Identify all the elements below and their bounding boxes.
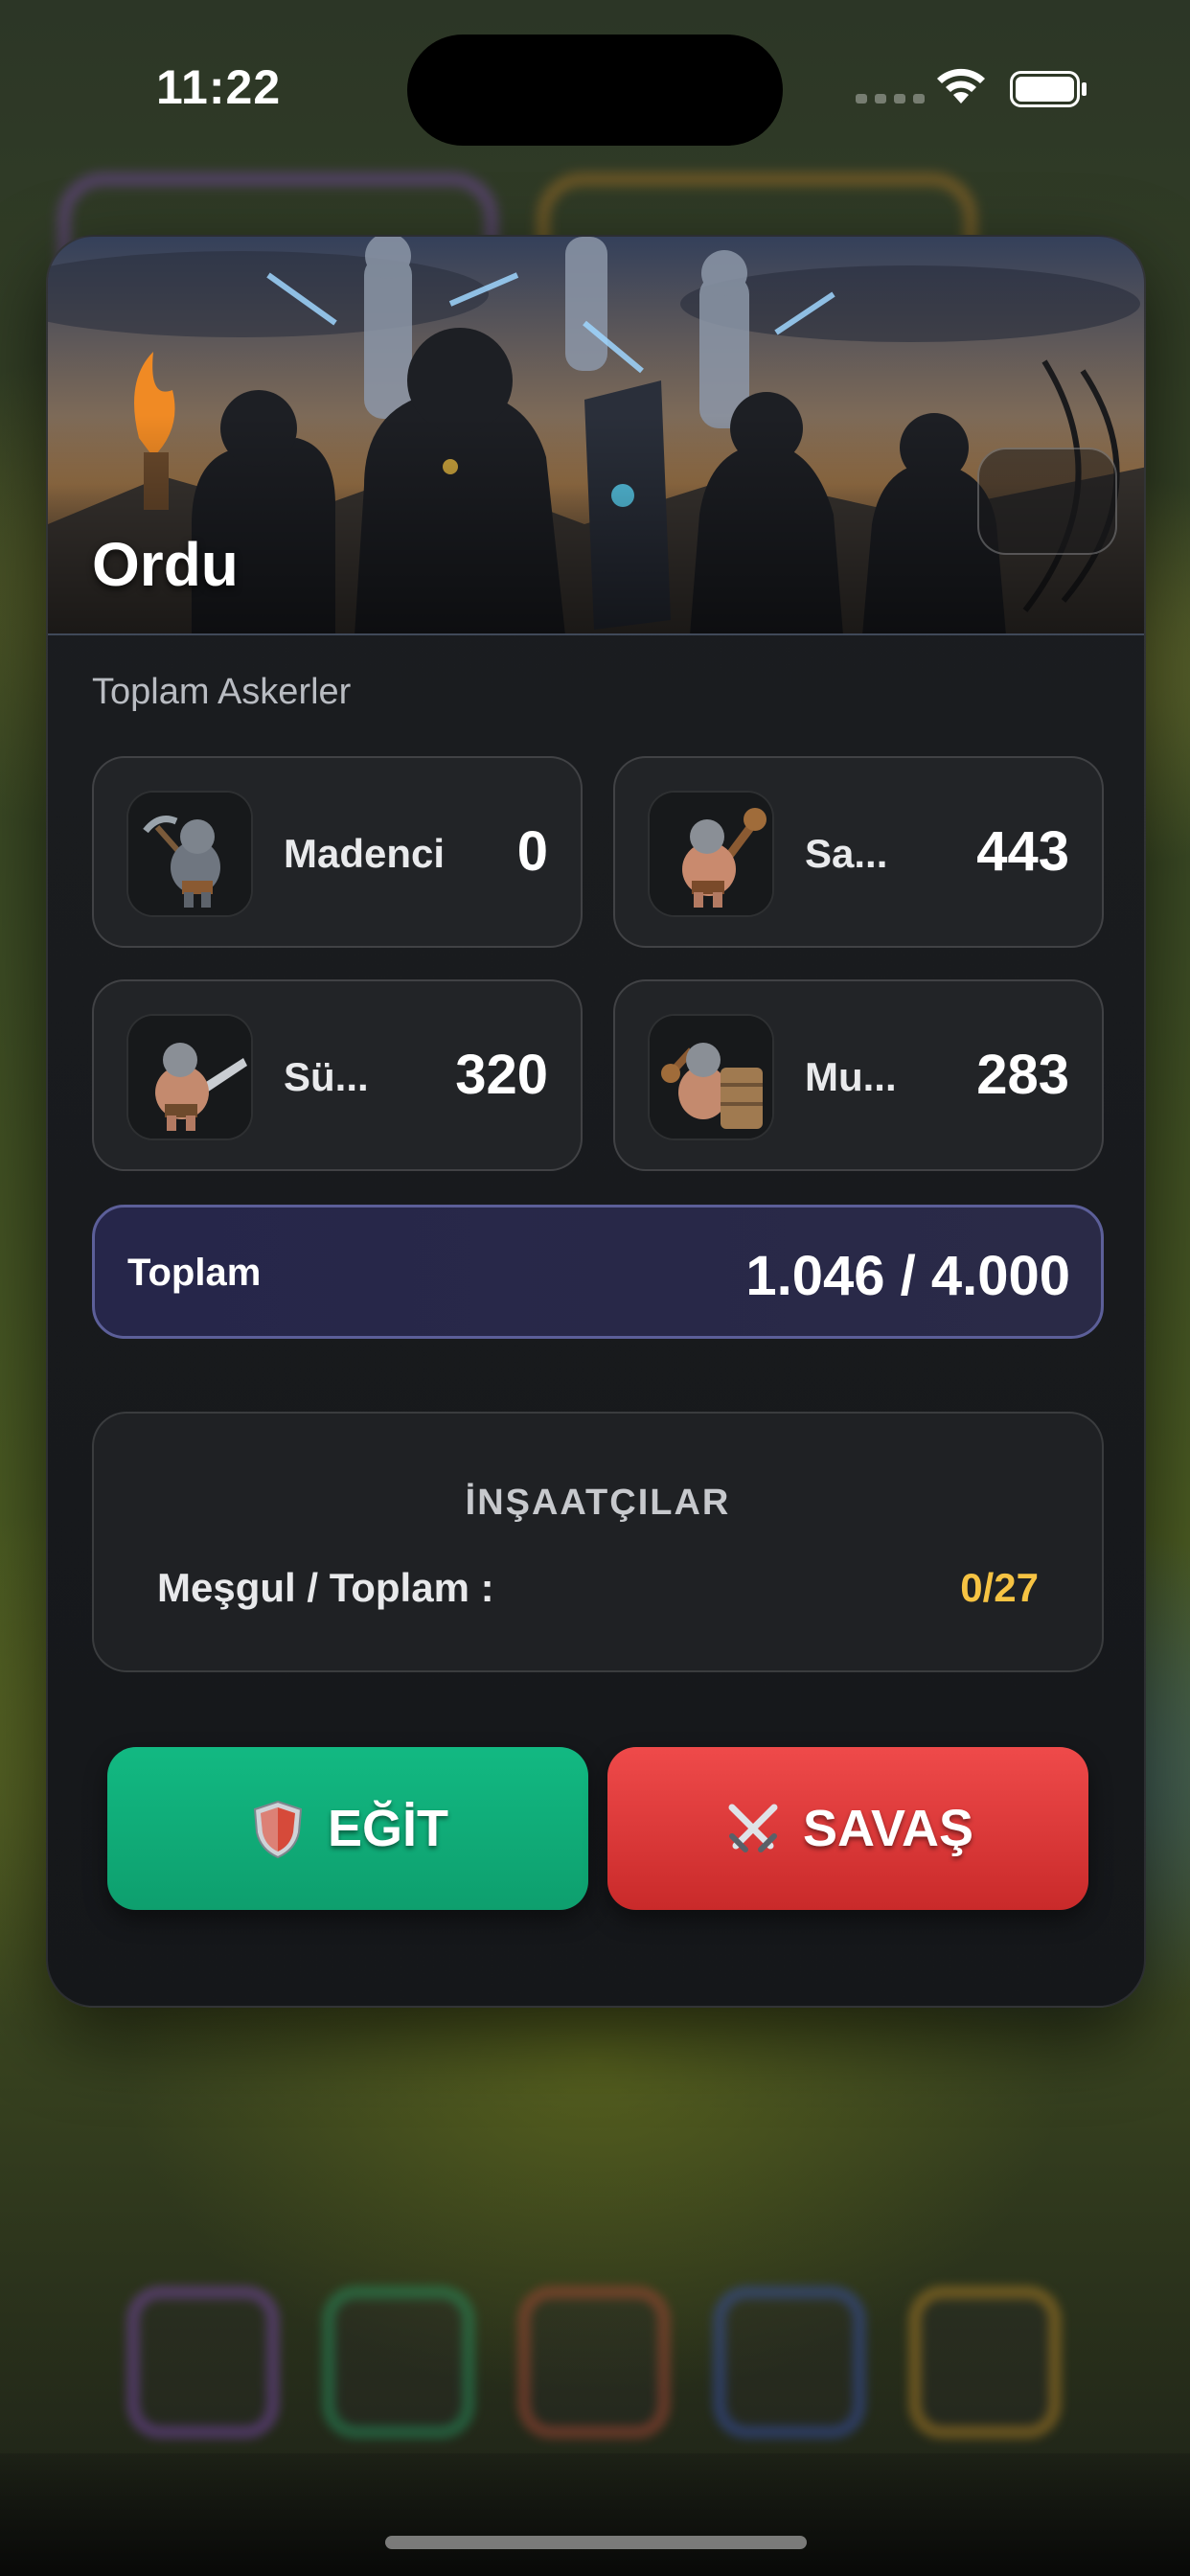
home-indicator[interactable] xyxy=(385,2536,807,2549)
unit-card-swordsman[interactable]: Sü... 320 xyxy=(92,979,583,1171)
background-map-button xyxy=(713,2286,866,2439)
miner-icon xyxy=(126,791,253,917)
cellular-signal-icon xyxy=(856,94,925,104)
builders-panel: İNŞAATÇILAR Meşgul / Toplam : 0/27 xyxy=(92,1412,1104,1672)
total-label: Toplam xyxy=(127,1252,262,1294)
section-label-total-soldiers: Toplam Askerler xyxy=(92,672,352,712)
builders-label: Meşgul / Toplam : xyxy=(157,1565,494,1610)
unit-name: Madenci xyxy=(284,831,446,876)
unit-count: 0 xyxy=(516,820,548,883)
train-button-label: EĞİT xyxy=(327,1800,448,1857)
unit-name: Sü... xyxy=(284,1054,369,1099)
status-time: 11:22 xyxy=(156,60,282,114)
builders-value: 0/27 xyxy=(960,1565,1039,1610)
close-icon xyxy=(979,449,1144,635)
shield-icon xyxy=(253,1800,303,1859)
unit-name: Sa... xyxy=(805,831,888,876)
swordsman-icon xyxy=(126,1014,253,1140)
wifi-icon xyxy=(937,68,985,104)
train-button[interactable]: EĞİT xyxy=(107,1747,588,1910)
club-warrior-icon xyxy=(648,791,774,917)
builders-title: İNŞAATÇILAR xyxy=(465,1483,731,1523)
army-banner-image: Ordu xyxy=(48,237,1144,635)
background-tools-button xyxy=(908,2286,1062,2439)
background-home-button xyxy=(126,2286,280,2439)
war-button-label: SAVAŞ xyxy=(802,1800,974,1857)
unit-card-shield-warrior[interactable]: Mu... 283 xyxy=(613,979,1104,1171)
war-button[interactable]: SAVAŞ xyxy=(607,1747,1088,1910)
unit-count: 283 xyxy=(976,1044,1069,1106)
battery-icon xyxy=(1010,71,1087,107)
unit-card-miner[interactable]: Madenci 0 xyxy=(92,756,583,948)
modal-title: Ordu xyxy=(92,530,239,599)
shield-warrior-icon xyxy=(648,1014,774,1140)
total-value: 1.046 / 4.000 xyxy=(745,1245,1070,1307)
dynamic-island xyxy=(407,34,783,146)
close-button[interactable] xyxy=(977,448,1117,555)
unit-count: 443 xyxy=(976,820,1069,883)
crossed-swords-icon xyxy=(728,1804,778,1852)
background-move-button xyxy=(322,2286,475,2439)
background-battle-button xyxy=(517,2286,671,2439)
game-screen: 11:22 Ordu Toplam Askerler Madenci 0 Sa.… xyxy=(0,0,1190,2576)
army-modal: Ordu Toplam Askerler Madenci 0 Sa... 443… xyxy=(46,235,1146,2008)
background-bottom-shade xyxy=(0,2453,1190,2576)
unit-card-club-warrior[interactable]: Sa... 443 xyxy=(613,756,1104,948)
unit-count: 320 xyxy=(455,1044,548,1106)
unit-name: Mu... xyxy=(805,1054,897,1099)
army-total-bar: Toplam 1.046 / 4.000 xyxy=(92,1205,1104,1339)
